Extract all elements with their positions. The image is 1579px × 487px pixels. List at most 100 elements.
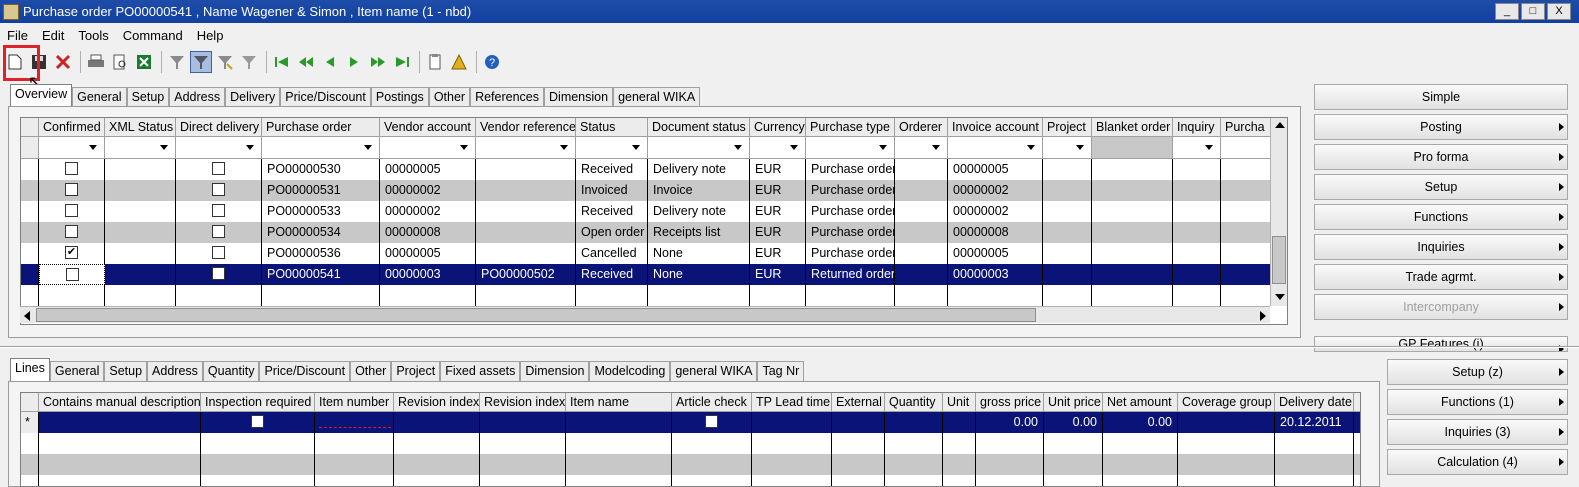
filter-by-selection-icon[interactable] [190,51,212,73]
cell-cur[interactable]: EUR [750,159,806,180]
tab-lines-price-discount[interactable]: Price/Discount [259,361,351,381]
cell-inv[interactable]: 00000003 [948,264,1043,285]
action-button-posting[interactable]: Posting [1314,114,1568,140]
col-xml-status[interactable]: XML Status [105,118,176,136]
lines-button-setup-z[interactable]: Setup (z) [1387,359,1568,385]
col-article-check[interactable]: Article check [672,393,752,411]
col-revision-index-2[interactable]: Revision index [480,393,566,411]
col-net-amount[interactable]: Net amount [1103,393,1178,411]
previous-record-icon[interactable] [319,51,341,73]
col-unit[interactable]: Unit [943,393,976,411]
menu-help[interactable]: Help [190,28,231,43]
cell-cur[interactable]: EUR [750,201,806,222]
cell-vendor[interactable]: 00000005 [380,159,476,180]
help-icon[interactable]: ? [481,51,503,73]
cell-cur[interactable]: EUR [750,180,806,201]
net-amount-cell[interactable]: 0.00 [1103,412,1178,433]
col-status[interactable]: Status [576,118,648,136]
col-vendor-reference[interactable]: Vendor reference [476,118,576,136]
action-button-intercompany[interactable]: Intercompany [1314,294,1568,320]
tab-lines-address[interactable]: Address [147,361,203,381]
cell-status[interactable]: Received [576,264,648,285]
cell-status[interactable]: Received [576,159,648,180]
grid-vertical-scrollbar[interactable] [1270,118,1287,306]
cell-po[interactable]: PO00000530 [262,159,380,180]
maximize-button[interactable]: □ [1521,3,1545,20]
table-row[interactable]: PO00000531 00000002 Invoiced Invoice EUR Purc… [21,180,1287,201]
tab-dimension[interactable]: Dimension [544,87,614,107]
menu-command[interactable]: Command [116,28,190,43]
article-check-checkbox[interactable] [705,415,718,429]
cell-vendor[interactable]: 00000002 [380,201,476,222]
gross-price-cell[interactable]: 0.00 [976,412,1044,433]
col-confirmed[interactable]: Confirmed [39,118,105,136]
unit-price-cell[interactable]: 0.00 [1044,412,1103,433]
col-document-status[interactable]: Document status [648,118,750,136]
action-button-setup[interactable]: Setup [1314,174,1568,200]
cell-po[interactable]: PO00000541 [262,264,380,285]
cell-cur[interactable]: EUR [750,243,806,264]
filter-purchase-type[interactable] [806,137,895,158]
direct-delivery-checkbox[interactable] [212,162,225,176]
col-item-number[interactable]: Item number [315,393,394,411]
action-button-inquiries[interactable]: Inquiries [1314,234,1568,260]
cell-vendor[interactable]: 00000005 [380,243,476,264]
col-unit-price[interactable]: Unit price [1044,393,1103,411]
minimize-button[interactable]: _ [1495,3,1519,20]
cell-status[interactable]: Cancelled [576,243,648,264]
col-blanket-order[interactable]: Blanket order [1092,118,1173,136]
direct-delivery-checkbox[interactable] [212,204,225,218]
col-delivery-date[interactable]: Delivery date [1275,393,1354,411]
excel-icon[interactable] [133,51,155,73]
print-preview-icon[interactable] [109,51,131,73]
direct-delivery-checkbox[interactable] [212,183,225,197]
tab-general[interactable]: General [72,87,127,107]
action-button-pro-forma[interactable]: Pro forma [1314,144,1568,170]
cell-vendor[interactable]: 00000002 [380,180,476,201]
cell-doc[interactable]: Delivery note [648,201,750,222]
close-button[interactable]: X [1547,3,1571,20]
col-purchase-type[interactable]: Purchase type [806,118,895,136]
lines-button-inquiries-3[interactable]: Inquiries (3) [1387,419,1568,445]
hscrollbar-thumb[interactable] [36,308,1036,322]
menu-file[interactable]: File [0,28,35,43]
col-item-name[interactable]: Item name [566,393,672,411]
col-contains-manual-description[interactable]: Contains manual description [39,393,201,411]
cell-type[interactable]: Purchase order [806,222,895,243]
cell-type[interactable]: Purchase order [806,180,895,201]
tab-lines-modelcoding[interactable]: Modelcoding [589,361,671,381]
cell-status[interactable]: Invoiced [576,180,648,201]
action-button-gp-features-i[interactable]: GP Features (i) [1314,336,1568,352]
confirmed-checkbox[interactable] [65,225,78,239]
table-row[interactable]: PO00000534 00000008 Open order Receipts lis… [21,222,1287,243]
tab-postings[interactable]: Postings [370,87,429,107]
filter-currency[interactable] [750,137,806,158]
table-row[interactable] [21,475,1360,486]
action-button-trade-agrmt[interactable]: Trade agrmt. [1314,264,1568,290]
cell-type[interactable]: Purchase order [806,243,895,264]
table-row[interactable]: ✔ PO00000536 00000005 Cancelled None EUR Purch… [21,243,1287,264]
direct-delivery-checkbox[interactable] [212,246,225,260]
col-inquiry[interactable]: Inquiry [1173,118,1221,136]
filter-confirmed[interactable] [39,137,105,158]
first-record-icon[interactable] [271,51,293,73]
cell-po[interactable]: PO00000536 [262,243,380,264]
cell-status[interactable]: Received [576,201,648,222]
cell-cur[interactable]: EUR [750,222,806,243]
cell-vref[interactable] [476,243,576,264]
col-currency[interactable]: Currency [750,118,806,136]
action-button-functions[interactable]: Functions [1314,204,1568,230]
cell-vendor[interactable]: 00000003 [380,264,476,285]
grid-horizontal-scrollbar[interactable] [20,306,1270,323]
advanced-filter-icon[interactable] [214,51,236,73]
col-purchase[interactable]: Purcha [1221,118,1271,136]
filter-invoice-account[interactable] [948,137,1043,158]
cell-doc[interactable]: None [648,264,750,285]
confirmed-checkbox[interactable]: ✔ [65,246,78,260]
lines-button-functions-1[interactable]: Functions (1) [1387,389,1568,415]
tab-overview[interactable]: Overview [10,84,73,107]
filter-purchase[interactable] [1221,137,1271,158]
col-purchase-order[interactable]: Purchase order [262,118,380,136]
col-tp-lead-time[interactable]: TP Lead time [752,393,832,411]
cell-inv[interactable]: 00000005 [948,243,1043,264]
